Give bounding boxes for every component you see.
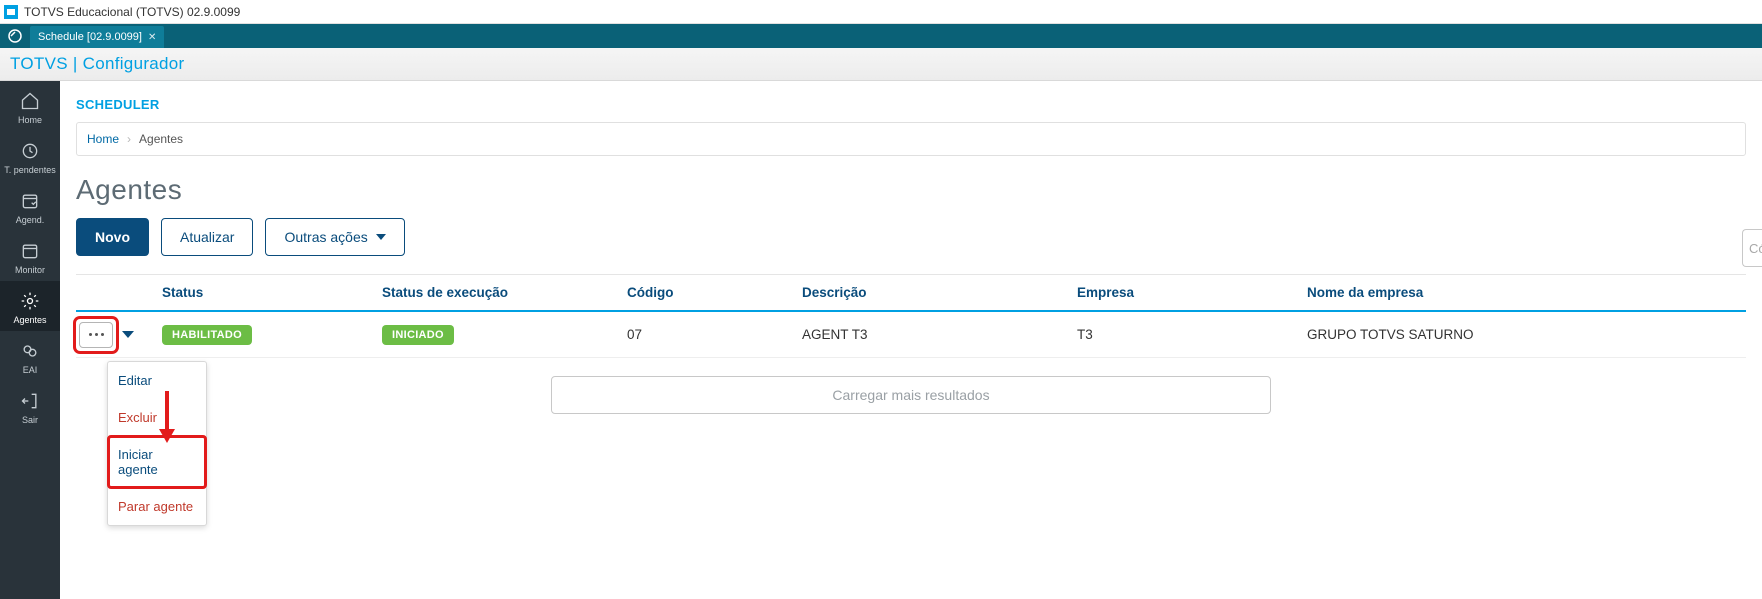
sidebar-item-label: T. pendentes [4, 165, 56, 175]
chevron-down-icon [376, 234, 386, 240]
cell-emp: T3 [1077, 327, 1307, 342]
search-input[interactable]: Có [1742, 229, 1762, 267]
sidebar-item-sair[interactable]: Sair [0, 381, 60, 431]
sidebar-item-label: Home [18, 115, 42, 125]
atualizar-button[interactable]: Atualizar [161, 218, 253, 256]
th-exec[interactable]: Status de execução [382, 285, 627, 300]
breadcrumb-current: Agentes [139, 132, 183, 146]
row-actions-button[interactable] [79, 322, 113, 348]
tab-label: Schedule [02.9.0099] [38, 31, 142, 43]
window-title-bar: TOTVS Educacional (TOTVS) 02.9.0099 [0, 0, 1762, 24]
table-row[interactable]: HABILITADO INICIADO 07 AGENT T3 T3 GRUPO… [76, 312, 1746, 358]
status-badge: HABILITADO [162, 325, 252, 345]
chevron-right-icon: › [127, 132, 131, 146]
sidebar-item-label: Monitor [15, 265, 45, 275]
menu-iniciar-agente[interactable]: Iniciar agente [108, 436, 206, 488]
close-icon[interactable]: ✕ [148, 32, 156, 43]
cell-desc: AGENT T3 [802, 327, 1077, 342]
tab-schedule[interactable]: Schedule [02.9.0099] ✕ [30, 26, 164, 48]
expand-row-icon[interactable] [122, 331, 134, 338]
subheader-text: TOTVS | Configurador [10, 54, 185, 74]
cell-code: 07 [627, 327, 802, 342]
app-icon [4, 5, 18, 19]
sidebar-item-eai[interactable]: EAI [0, 331, 60, 381]
menu-parar-agente[interactable]: Parar agente [108, 488, 206, 525]
button-label: Atualizar [180, 229, 234, 245]
th-emp[interactable]: Empresa [1077, 285, 1307, 300]
sub-header: TOTVS | Configurador [0, 48, 1762, 81]
button-row: Novo Atualizar Outras ações [60, 218, 1762, 274]
exec-status-badge: INICIADO [382, 325, 454, 345]
sidebar-item-monitor[interactable]: Monitor [0, 231, 60, 281]
sidebar-item-label: Agend. [16, 215, 45, 225]
breadcrumb-home[interactable]: Home [87, 132, 119, 146]
load-more-button[interactable]: Carregar mais resultados [551, 376, 1271, 414]
menu-excluir[interactable]: Excluir [108, 399, 206, 436]
tab-bar: Schedule [02.9.0099] ✕ [0, 24, 1762, 48]
load-more-label: Carregar mais resultados [832, 387, 989, 403]
th-code[interactable]: Código [627, 285, 802, 300]
content-area: SCHEDULER Home › Agentes Agentes Novo At… [60, 81, 1762, 599]
sidebar-item-agentes[interactable]: Agentes [0, 281, 60, 331]
sidebar-item-label: Agentes [13, 315, 46, 325]
button-label: Outras ações [284, 229, 367, 245]
cell-empname: GRUPO TOTVS SATURNO [1307, 327, 1746, 342]
annotation-highlight [76, 319, 116, 351]
th-status[interactable]: Status [162, 285, 382, 300]
window-title: TOTVS Educacional (TOTVS) 02.9.0099 [24, 5, 240, 19]
button-label: Novo [95, 229, 130, 245]
sidebar-item-home[interactable]: Home [0, 81, 60, 131]
th-empname[interactable]: Nome da empresa [1307, 285, 1746, 300]
table-header: Status Status de execução Código Descriç… [76, 274, 1746, 312]
novo-button[interactable]: Novo [76, 218, 149, 256]
sidebar-item-pendentes[interactable]: T. pendentes [0, 131, 60, 181]
sidebar-item-label: EAI [23, 365, 38, 375]
outras-acoes-button[interactable]: Outras ações [265, 218, 404, 256]
sidebar: Home T. pendentes Agend. Monitor Agentes… [0, 81, 60, 599]
section-title: SCHEDULER [60, 81, 1762, 122]
sidebar-item-label: Sair [22, 415, 38, 425]
th-desc[interactable]: Descrição [802, 285, 1077, 300]
system-menu-icon[interactable] [0, 24, 30, 48]
agents-table: Status Status de execução Código Descriç… [76, 274, 1746, 414]
menu-editar[interactable]: Editar [108, 362, 206, 399]
row-actions-menu: Editar Excluir Iniciar agente Parar agen… [107, 361, 207, 526]
breadcrumb: Home › Agentes [76, 122, 1746, 156]
page-title: Agentes [60, 174, 1762, 218]
sidebar-item-agend[interactable]: Agend. [0, 181, 60, 231]
